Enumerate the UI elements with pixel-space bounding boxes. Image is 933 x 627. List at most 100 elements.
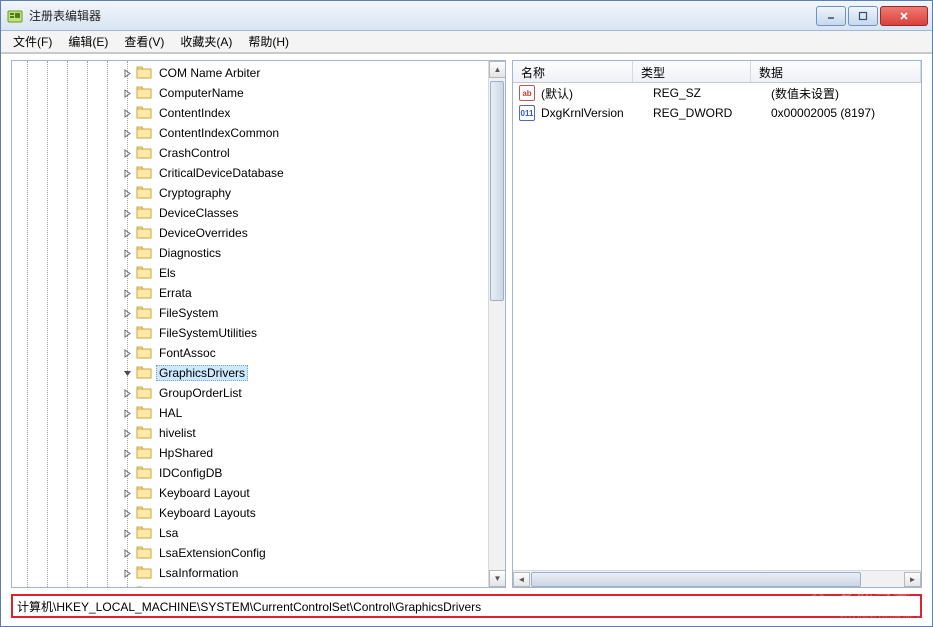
expand-icon[interactable] [122, 88, 133, 99]
tree-item[interactable]: GraphicsDrivers [12, 363, 505, 383]
tree-item-label[interactable]: LsaInformation [156, 565, 241, 581]
column-header-type[interactable]: 类型 [633, 61, 751, 82]
menu-help[interactable]: 帮助(H) [240, 31, 297, 52]
scroll-up-button[interactable]: ▲ [489, 61, 506, 78]
tree-item-label[interactable]: IDConfigDB [156, 465, 225, 481]
maximize-button[interactable] [848, 6, 878, 26]
expand-icon[interactable] [122, 528, 133, 539]
expand-icon[interactable] [122, 208, 133, 219]
scroll-right-button[interactable]: ► [904, 572, 921, 587]
tree-item[interactable]: ContentIndexCommon [12, 123, 505, 143]
tree-item[interactable]: LsaExtensionConfig [12, 543, 505, 563]
tree-item-label[interactable]: HpShared [156, 445, 216, 461]
tree-item-label[interactable]: Keyboard Layouts [156, 505, 259, 521]
tree-item[interactable]: Keyboard Layout [12, 483, 505, 503]
tree-item-label[interactable]: ContentIndexCommon [156, 125, 282, 141]
minimize-button[interactable] [816, 6, 846, 26]
menu-favorites[interactable]: 收藏夹(A) [172, 31, 240, 52]
list-row[interactable]: ab(默认)REG_SZ(数值未设置) [513, 83, 921, 103]
tree-item-label[interactable]: GroupOrderList [156, 385, 245, 401]
tree-item-label[interactable]: FontAssoc [156, 345, 219, 361]
expand-icon[interactable] [122, 408, 133, 419]
tree-item-label[interactable]: Diagnostics [156, 245, 224, 261]
tree-item-label[interactable]: Keyboard Layout [156, 485, 253, 501]
tree-item-label[interactable]: FileSystem [156, 305, 221, 321]
tree-item-label[interactable]: Lsa [156, 525, 181, 541]
tree-item-label[interactable]: Cryptography [156, 185, 234, 201]
tree-item[interactable]: ContentIndex [12, 103, 505, 123]
tree-item[interactable]: FontAssoc [12, 343, 505, 363]
close-button[interactable] [880, 6, 928, 26]
column-header-name[interactable]: 名称 [513, 61, 633, 82]
expand-icon[interactable] [122, 488, 133, 499]
tree-item-label[interactable]: Els [156, 265, 179, 281]
tree-vertical-scrollbar[interactable]: ▲ ▼ [488, 61, 505, 587]
tree-item[interactable]: CriticalDeviceDatabase [12, 163, 505, 183]
expand-icon[interactable] [122, 188, 133, 199]
tree-item-label[interactable]: HAL [156, 405, 185, 421]
expand-icon[interactable] [122, 568, 133, 579]
tree-item[interactable]: DeviceClasses [12, 203, 505, 223]
list-row[interactable]: 011DxgKrnlVersionREG_DWORD0x00002005 (81… [513, 103, 921, 123]
expand-icon[interactable] [122, 508, 133, 519]
expand-icon[interactable] [122, 168, 133, 179]
expand-icon[interactable] [122, 108, 133, 119]
list-body[interactable]: ab(默认)REG_SZ(数值未设置)011DxgKrnlVersionREG_… [513, 83, 921, 570]
tree-item[interactable]: CrashControl [12, 143, 505, 163]
tree-item[interactable]: Cryptography [12, 183, 505, 203]
titlebar[interactable]: 注册表编辑器 [1, 1, 932, 31]
tree-item-label[interactable]: CriticalDeviceDatabase [156, 165, 287, 181]
tree-item-label[interactable]: DeviceClasses [156, 205, 241, 221]
expand-icon[interactable] [122, 468, 133, 479]
menu-view[interactable]: 查看(V) [116, 31, 172, 52]
tree-item[interactable]: COM Name Arbiter [12, 63, 505, 83]
scroll-left-button[interactable]: ◄ [513, 572, 530, 587]
tree-item-label[interactable]: DeviceOverrides [156, 225, 251, 241]
tree-item[interactable]: Els [12, 263, 505, 283]
expand-icon[interactable] [122, 228, 133, 239]
tree-item[interactable]: MediaCategories [12, 583, 505, 587]
expand-icon[interactable] [122, 348, 133, 359]
tree-item-label[interactable]: hivelist [156, 425, 199, 441]
tree-item[interactable]: HAL [12, 403, 505, 423]
tree-item[interactable]: ComputerName [12, 83, 505, 103]
tree-item-label[interactable]: CrashControl [156, 145, 233, 161]
expand-icon[interactable] [122, 148, 133, 159]
expand-icon[interactable] [122, 388, 133, 399]
tree-item[interactable]: DeviceOverrides [12, 223, 505, 243]
tree-item-label[interactable]: COM Name Arbiter [156, 65, 263, 81]
column-header-data[interactable]: 数据 [751, 61, 921, 82]
scroll-down-button[interactable]: ▼ [489, 570, 506, 587]
expand-icon[interactable] [122, 68, 133, 79]
expand-icon[interactable] [122, 548, 133, 559]
tree-item-label[interactable]: Errata [156, 285, 195, 301]
tree-item[interactable]: FileSystem [12, 303, 505, 323]
scroll-thumb[interactable] [490, 81, 504, 301]
expand-icon[interactable] [122, 308, 133, 319]
tree-item[interactable]: LsaInformation [12, 563, 505, 583]
tree-item-label[interactable]: LsaExtensionConfig [156, 545, 269, 561]
tree-item[interactable]: hivelist [12, 423, 505, 443]
expand-icon[interactable] [122, 328, 133, 339]
tree-scroll[interactable]: COM Name Arbiter ComputerName ContentIndex… [12, 61, 505, 587]
tree-item[interactable]: FileSystemUtilities [12, 323, 505, 343]
list-horizontal-scrollbar[interactable]: ◄ ► [513, 570, 921, 587]
tree-item[interactable]: GroupOrderList [12, 383, 505, 403]
expand-icon[interactable] [122, 128, 133, 139]
tree-item[interactable]: HpShared [12, 443, 505, 463]
expand-icon[interactable] [122, 288, 133, 299]
tree-item-label[interactable]: ComputerName [156, 85, 247, 101]
collapse-icon[interactable] [122, 368, 133, 379]
expand-icon[interactable] [122, 248, 133, 259]
hscroll-thumb[interactable] [531, 572, 861, 587]
menu-edit[interactable]: 编辑(E) [60, 31, 116, 52]
tree-item[interactable]: IDConfigDB [12, 463, 505, 483]
tree-item-label[interactable]: FileSystemUtilities [156, 325, 260, 341]
expand-icon[interactable] [122, 428, 133, 439]
tree-item[interactable]: Lsa [12, 523, 505, 543]
tree-item-label[interactable]: GraphicsDrivers [156, 365, 248, 381]
tree-item[interactable]: Keyboard Layouts [12, 503, 505, 523]
tree-item-label[interactable]: ContentIndex [156, 105, 233, 121]
menu-file[interactable]: 文件(F) [5, 31, 60, 52]
tree-item[interactable]: Diagnostics [12, 243, 505, 263]
